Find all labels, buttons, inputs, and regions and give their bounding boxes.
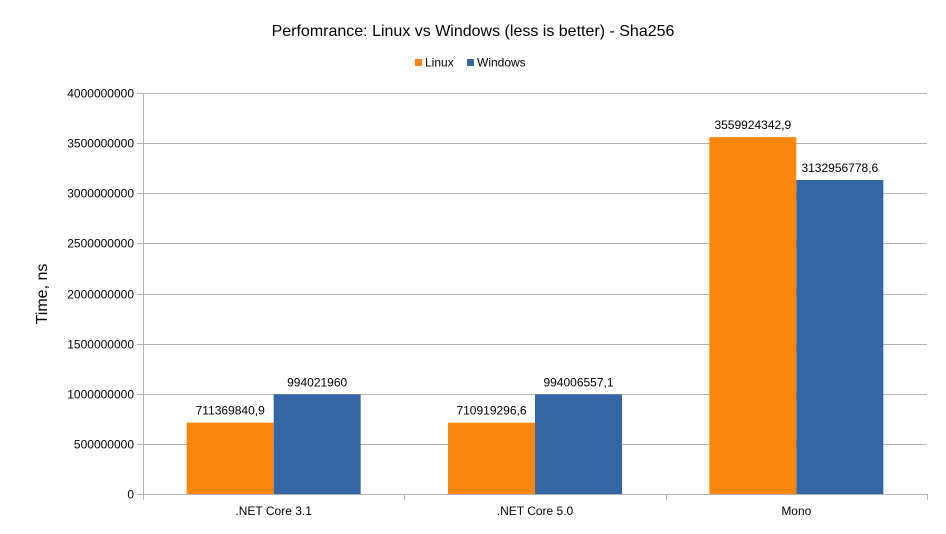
y-axis-ticks: 0 500000000 1000000000 1500000000 2000000000… bbox=[67, 87, 143, 502]
data-label: 710919296,6 bbox=[456, 404, 526, 418]
legend-label: Linux bbox=[425, 56, 454, 70]
y-tick-label: 4000000000 bbox=[67, 87, 134, 101]
bar bbox=[186, 422, 274, 494]
y-tick-label: 2500000000 bbox=[67, 237, 134, 251]
y-tick-label: 3000000000 bbox=[67, 187, 134, 201]
chart-title: Perfomrance: Linux vs Windows (less is b… bbox=[272, 23, 675, 40]
data-label: 3132956778,6 bbox=[801, 161, 878, 175]
chart: Perfomrance: Linux vs Windows (less is b… bbox=[0, 0, 946, 529]
bars bbox=[186, 137, 884, 494]
bar bbox=[796, 179, 884, 494]
bar-chart: Perfomrance: Linux vs Windows (less is b… bbox=[34, 23, 928, 518]
y-tick-label: 500000000 bbox=[74, 438, 134, 452]
legend-label: Windows bbox=[477, 56, 526, 70]
x-axis-ticks: .NET Core 3.1 .NET Core 5.0 Mono bbox=[143, 494, 928, 518]
y-tick-label: 1500000000 bbox=[67, 338, 134, 352]
data-label: 994021960 bbox=[287, 375, 347, 389]
bar bbox=[273, 394, 361, 494]
y-axis-label: Time, ns bbox=[34, 264, 51, 325]
bar bbox=[709, 137, 797, 494]
legend: Linux Windows bbox=[415, 56, 526, 70]
y-tick-label: 1000000000 bbox=[67, 388, 134, 402]
y-tick-label: 2000000000 bbox=[67, 288, 134, 302]
x-tick-label: .NET Core 5.0 bbox=[497, 504, 574, 518]
bar bbox=[448, 422, 535, 494]
legend-swatch bbox=[467, 59, 474, 66]
data-label: 3559924342,9 bbox=[714, 118, 791, 132]
data-label: 994006557,1 bbox=[543, 375, 613, 389]
y-tick-label: 0 bbox=[127, 488, 134, 502]
data-label: 711369840,9 bbox=[196, 404, 266, 418]
bar bbox=[535, 394, 622, 494]
legend-swatch bbox=[415, 59, 422, 66]
y-tick-label: 3500000000 bbox=[67, 137, 134, 151]
x-tick-label: .NET Core 3.1 bbox=[235, 504, 312, 518]
x-tick-label: Mono bbox=[781, 504, 811, 518]
